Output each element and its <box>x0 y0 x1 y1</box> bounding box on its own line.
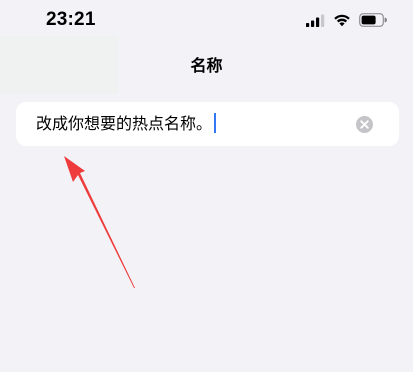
text-caret <box>214 112 217 133</box>
clear-circle-icon <box>360 120 369 129</box>
cellular-signal-icon <box>306 14 325 27</box>
status-bar: 23:21 <box>0 0 413 40</box>
status-icons <box>306 12 387 28</box>
name-field-card[interactable]: 改成你想要的热点名称。 <box>16 102 399 146</box>
settings-screen: 23:21 名称 改成你想要的热点名称。 <box>0 0 413 372</box>
battery-icon <box>359 13 387 27</box>
name-input-value: 改成你想要的热点名称。 <box>36 114 213 133</box>
name-input[interactable]: 改成你想要的热点名称。 <box>36 102 217 146</box>
status-time: 23:21 <box>46 9 96 30</box>
wifi-icon <box>334 14 350 27</box>
annotation-arrow-shape <box>64 156 135 288</box>
clear-button[interactable] <box>356 116 373 133</box>
page-title: 名称 <box>190 56 223 75</box>
